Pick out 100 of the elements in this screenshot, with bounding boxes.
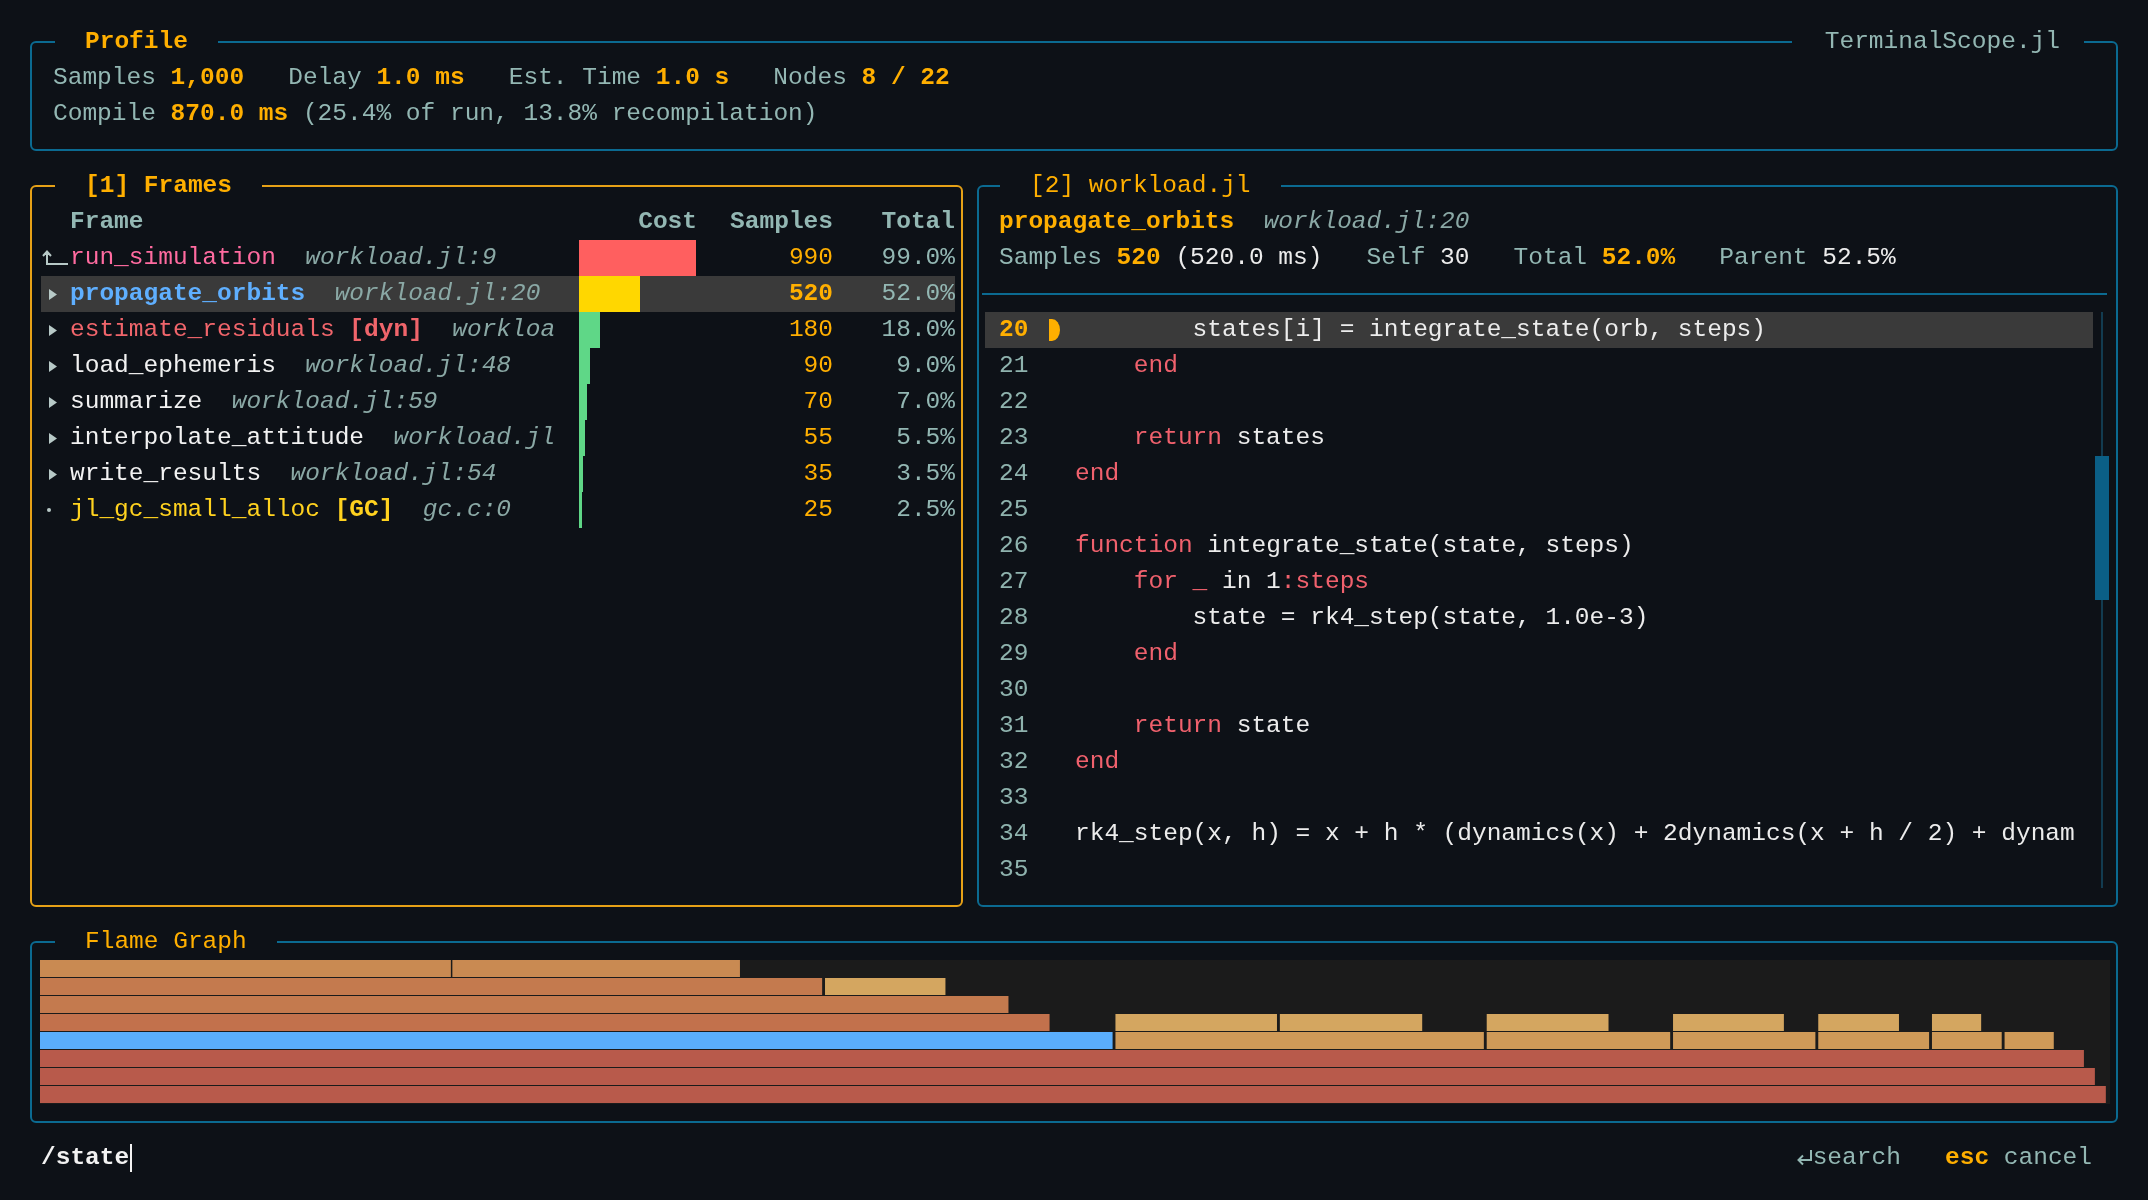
line-number: 23 [999, 423, 1029, 453]
panel-title: [1] Frames [85, 171, 233, 201]
line-number: 26 [999, 531, 1029, 561]
code-line: for _ in 1:steps [1133, 567, 1370, 597]
scrollbar-thumb[interactable] [2095, 456, 2109, 600]
code-line: end [1133, 639, 1178, 669]
column-header: Cost [638, 207, 697, 237]
frame-row[interactable]: estimate_residuals [dyn] workloa 180 18.0% [41, 312, 955, 348]
code-line: return states [1133, 423, 1325, 453]
code-line: state = rk4_step(state, 1.0e-3) [1192, 603, 1649, 633]
sample-count: 990 [788, 243, 833, 273]
panel-title: [2] workload.jl [1030, 171, 1251, 201]
code-line: end [1075, 459, 1120, 489]
function-name: propagate_orbits [70, 279, 306, 309]
column-header: Frame [70, 207, 144, 237]
stat-value: 870.0 ms [170, 99, 289, 129]
stat-label: Est. Time [508, 63, 642, 93]
line-number: 31 [999, 711, 1029, 741]
frame-row[interactable]: run_simulation workload.jl:9 990 99.0% [41, 240, 955, 276]
source-location: workload.jl [393, 423, 556, 453]
total-percent: 99.0% [881, 243, 955, 273]
panel-title: Profile [85, 27, 188, 57]
frame-row[interactable]: write_results workload.jl:54 35 3.5% [41, 456, 955, 492]
cursor-icon [130, 1144, 133, 1172]
caret-right-icon[interactable] [49, 468, 57, 480]
line-number: 33 [999, 783, 1029, 813]
line-number: 27 [999, 567, 1029, 597]
stat-label: Delay [288, 63, 362, 93]
stat-value: 52.5% [1822, 243, 1896, 273]
hint-label: search [1812, 1143, 1901, 1173]
key-label: esc [1945, 1143, 1990, 1173]
code-line: rk4_step(x, h) = x + h * (dynamics(x) + 2dynamics(x + h / 2) + dynam [1075, 819, 2075, 849]
line-number: 24 [999, 459, 1029, 489]
total-percent: 52.0% [881, 279, 955, 309]
frame-row[interactable]: jl_gc_small_alloc [GC] gc.c:0 25 2.5% [41, 492, 955, 528]
sample-count: 520 [788, 279, 833, 309]
sample-count: 90 [803, 351, 833, 381]
frame-tag: [dyn] [349, 312, 423, 348]
function-name: write_results [70, 459, 262, 489]
sample-count: 35 [803, 459, 833, 489]
source-location: workload.jl:9 [305, 243, 497, 273]
source-location: workload.jl:54 [290, 459, 497, 489]
dot-icon [47, 508, 51, 512]
sample-count: 180 [788, 315, 833, 345]
stat-value: 8 / 22 [861, 63, 950, 93]
stat-note: (25.4% of run, 13.8% recompilation) [302, 99, 818, 129]
line-number: 35 [999, 855, 1029, 885]
stat-label: Self [1366, 243, 1426, 273]
stat-label: Nodes [773, 63, 847, 93]
sample-count: 70 [803, 387, 833, 417]
frame-row[interactable]: load_ephemeris workload.jl:48 90 9.0% [41, 348, 955, 384]
line-number: 32 [999, 747, 1029, 777]
stat-value: 520 [1116, 243, 1161, 273]
caret-right-icon[interactable] [49, 288, 57, 300]
function-name: estimate_residuals [70, 315, 335, 345]
caret-right-icon[interactable] [49, 360, 57, 372]
function-name: propagate_orbits [999, 207, 1235, 237]
stat-label: Parent [1719, 243, 1808, 273]
sample-count: 55 [803, 423, 833, 453]
total-percent: 2.5% [896, 495, 955, 525]
code-line: function integrate_state(state, steps) [1075, 531, 1634, 561]
code-line: end [1075, 747, 1120, 777]
function-name: load_ephemeris [70, 351, 276, 381]
caret-right-icon[interactable] [49, 324, 57, 336]
app-name: TerminalScope.jl [1824, 27, 2060, 57]
source-location: workload.jl:59 [231, 387, 438, 417]
line-number: 28 [999, 603, 1029, 633]
total-percent: 7.0% [896, 387, 955, 417]
hint-label: cancel [2003, 1143, 2092, 1173]
line-number: 29 [999, 639, 1029, 669]
code-line: end [1133, 351, 1178, 381]
line-number: 34 [999, 819, 1029, 849]
line-number: 25 [999, 495, 1029, 525]
source-location: workload.jl:20 [334, 279, 541, 309]
stat-label: Total [1513, 243, 1588, 273]
total-percent: 18.0% [881, 315, 955, 345]
stat-note: (520.0 ms) [1175, 243, 1323, 273]
source-location: gc.c:0 [422, 495, 512, 525]
frame-row[interactable]: summarize workload.jl:59 70 7.0% [41, 384, 955, 420]
code-line: return state [1133, 711, 1311, 741]
column-header: Samples [730, 207, 833, 237]
caret-right-icon[interactable] [49, 396, 57, 408]
frame-row[interactable]: interpolate_attitude workload.jl 55 5.5% [41, 420, 955, 456]
function-name: jl_gc_small_alloc [70, 495, 320, 525]
function-name: run_simulation [70, 243, 276, 273]
search-field[interactable]: /state [41, 1140, 133, 1176]
total-percent: 3.5% [896, 459, 955, 489]
function-name: summarize [70, 387, 203, 417]
source-location: workload.jl:20 [1263, 207, 1470, 237]
total-percent: 5.5% [896, 423, 955, 453]
current-line-marker-icon [1049, 319, 1060, 341]
frame-row[interactable]: propagate_orbits workload.jl:20 520 52.0% [41, 276, 955, 312]
caret-right-icon[interactable] [49, 432, 57, 444]
sample-count: 25 [803, 495, 833, 525]
enter-key-icon [1796, 1150, 1813, 1166]
turn-up-arrow-icon[interactable] [42, 250, 68, 266]
source-location: workloa [452, 315, 556, 345]
stat-value: 1.0 ms [376, 63, 465, 93]
stat-label: Compile [53, 99, 156, 129]
stat-value: 52.0% [1601, 243, 1676, 273]
